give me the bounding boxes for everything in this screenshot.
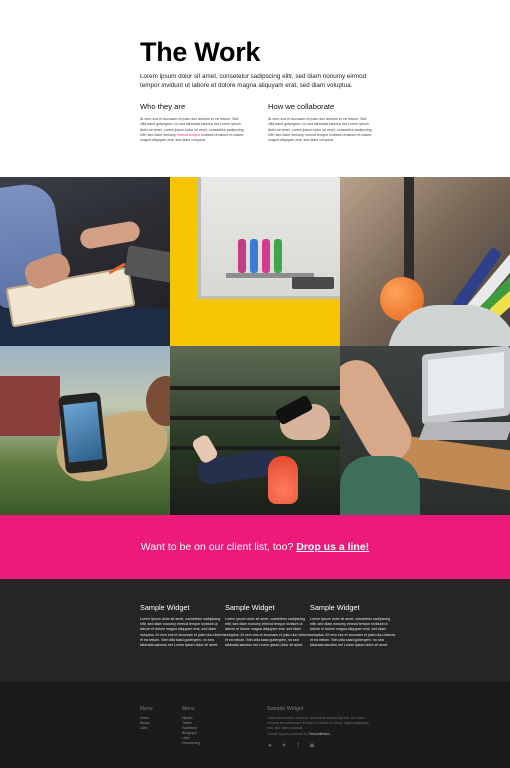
contact-link[interactable]: Drop us a line! <box>296 541 369 553</box>
site-footer: Menu Home Books Jobs Menu Hipster Twitte… <box>0 682 510 768</box>
footer-menu-title: Menu <box>140 706 153 712</box>
widget-text: Lorem ipsum dolor sit amet, consetetur s… <box>140 617 226 648</box>
github-icon[interactable]: ● <box>267 743 273 749</box>
gallery-image-markers-cup[interactable] <box>340 177 510 346</box>
column-text: At vero eos et accusam et justo duo dolo… <box>140 117 244 143</box>
footer-widget-title: Sample Widget <box>267 706 304 712</box>
facebook-icon[interactable]: f <box>295 743 301 749</box>
footer-menu-item[interactable]: Jobs <box>140 726 153 731</box>
gallery-image-phone-hand[interactable] <box>0 346 170 515</box>
sample-widget-1: Sample Widget Lorem ipsum dolor sit amet… <box>140 603 226 648</box>
gallery-image-bench[interactable] <box>170 346 340 515</box>
footer-menu-1: Menu Home Books Jobs <box>140 706 153 731</box>
widget-title: Sample Widget <box>310 603 360 612</box>
social-icons: ● ✦ f ◉ <box>267 743 371 749</box>
credit-link[interactable]: Templatehaus <box>309 732 330 736</box>
widget-text: Lorem ipsum dolor sit amet, consetetur s… <box>225 617 311 648</box>
cta-question: Want to be on our client list, too? <box>140 541 294 553</box>
page-title: The Work <box>140 37 261 67</box>
footer-widget: Sample Widget Lorem ipsum dolor sit amet… <box>267 706 371 749</box>
footer-menu-title: Menu <box>182 706 195 712</box>
column-who-they-are: Who they are At vero eos et accusam et j… <box>140 102 244 143</box>
intro-columns: Who they are At vero eos et accusam et j… <box>140 102 372 143</box>
footer-widget-text: Lorem ipsum dolor sit amet, consetetur s… <box>267 716 369 730</box>
sample-widget-2: Sample Widget Lorem ipsum dolor sit amet… <box>225 603 311 648</box>
highlight-link[interactable]: eirmod tempor <box>177 133 200 137</box>
footer-credit: Theme by you, powered by Templatehaus <box>267 732 371 737</box>
gallery-image-laptop[interactable] <box>340 346 510 515</box>
sample-widget-3: Sample Widget Lorem ipsum dolor sit amet… <box>310 603 396 648</box>
gallery-image-man-writing[interactable] <box>0 177 170 346</box>
widget-text: Lorem ipsum dolor sit amet, consetetur s… <box>310 617 396 648</box>
column-heading: Who they are <box>140 102 186 111</box>
footer-menu-item[interactable]: Geocaching <box>182 741 200 746</box>
widget-title: Sample Widget <box>140 603 190 612</box>
work-gallery <box>0 177 510 515</box>
column-how-we-collaborate: How we collaborate At vero eos et accusa… <box>268 102 372 143</box>
column-text: At vero eos et accusam et justo duo dolo… <box>268 117 372 143</box>
intro-section: The Work Lorem ipsum dolor sit amet, con… <box>140 36 372 143</box>
intro-lead: Lorem ipsum dolor sit amet, consetetur s… <box>140 73 367 89</box>
cta-banner: Want to be on our client list, too? Drop… <box>0 515 510 579</box>
widget-title: Sample Widget <box>225 603 275 612</box>
gallery-image-whiteboard[interactable] <box>170 177 340 346</box>
credit-prefix: Theme by you, powered by <box>267 732 309 736</box>
footer-menu-2: Menu Hipster Twitter Facebook Bringing i… <box>182 706 200 746</box>
column-heading: How we collaborate <box>268 102 335 111</box>
twitter-icon[interactable]: ✦ <box>281 743 287 749</box>
cta-text: Want to be on our client list, too? Drop… <box>141 541 369 553</box>
widgets-area: Sample Widget Lorem ipsum dolor sit amet… <box>0 579 510 682</box>
apple-icon[interactable]: ◉ <box>309 743 315 749</box>
